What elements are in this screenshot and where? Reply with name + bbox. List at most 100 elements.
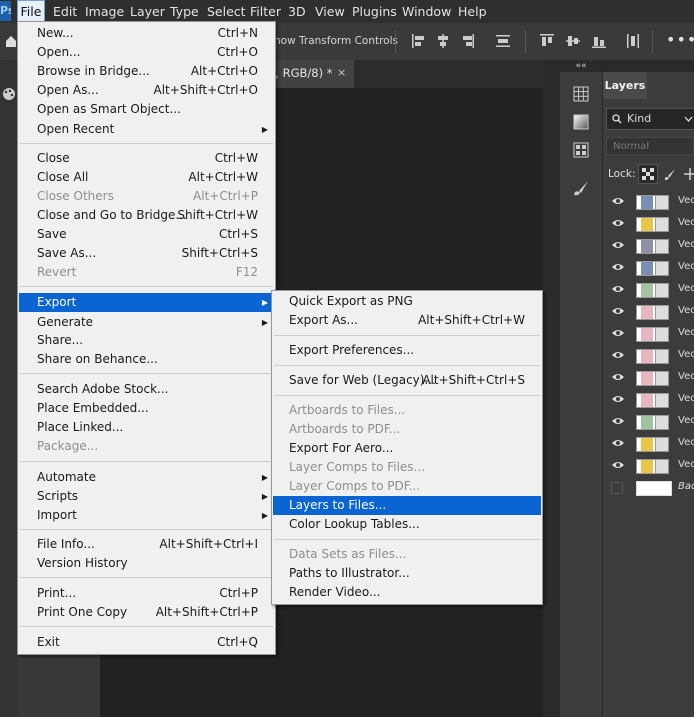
- layer-row[interactable]: Vec: [603, 213, 694, 235]
- lock-transparent-pixels-icon[interactable]: [638, 164, 658, 184]
- menu-item-file-info[interactable]: File Info... Alt+Shift+Ctrl+I: [19, 535, 274, 554]
- menu-window[interactable]: Window: [402, 0, 451, 23]
- blend-mode-select[interactable]: Normal: [606, 137, 694, 155]
- menu-item-print-one-copy[interactable]: Print One Copy Alt+Shift+Ctrl+P: [19, 603, 274, 622]
- menu-item-exit[interactable]: Exit Ctrl+Q: [19, 633, 274, 652]
- lock-image-pixels-icon[interactable]: [660, 164, 680, 184]
- eye-icon[interactable]: [611, 218, 625, 228]
- menu-image[interactable]: Image: [85, 0, 124, 23]
- menu-layer[interactable]: Layer: [130, 0, 165, 23]
- menu-item-close-all[interactable]: Close All Alt+Ctrl+W: [19, 168, 274, 187]
- menu-item-export-preferences[interactable]: Export Preferences...: [273, 341, 541, 360]
- layer-row[interactable]: Vec: [603, 367, 694, 389]
- gradients-icon[interactable]: [572, 114, 590, 130]
- menu-item-new[interactable]: New... Ctrl+N: [19, 24, 274, 43]
- align-top-edges-icon[interactable]: [539, 33, 555, 49]
- menu-item-open[interactable]: Open... Ctrl+O: [19, 43, 274, 62]
- palette-tool-icon[interactable]: [0, 86, 18, 102]
- layer-row[interactable]: Vec: [603, 257, 694, 279]
- distribute-horizontal-icon[interactable]: [495, 33, 511, 49]
- home-icon[interactable]: [5, 34, 17, 48]
- menu-item-browse-in-bridge[interactable]: Browse in Bridge... Alt+Ctrl+O: [19, 62, 274, 81]
- eye-icon[interactable]: [611, 438, 625, 448]
- menu-item-export-for-aero[interactable]: Export For Aero...: [273, 439, 541, 458]
- menu-item-import[interactable]: Import ▶: [19, 506, 274, 525]
- menu-item-export-as[interactable]: Export As... Alt+Shift+Ctrl+W: [273, 311, 541, 330]
- menu-plugins[interactable]: Plugins: [352, 0, 397, 23]
- eye-icon[interactable]: [611, 328, 625, 338]
- menu-item-color-lookup-tables[interactable]: Color Lookup Tables...: [273, 515, 541, 534]
- lock-position-icon[interactable]: [680, 164, 694, 184]
- menu-select[interactable]: Select: [207, 0, 246, 23]
- menu-item-version-history[interactable]: Version History: [19, 554, 274, 573]
- menu-item-quick-export-as-png[interactable]: Quick Export as PNG: [273, 292, 541, 311]
- layer-row[interactable]: Vec: [603, 389, 694, 411]
- brush-settings-icon[interactable]: [572, 180, 590, 196]
- layer-row[interactable]: Vec: [603, 345, 694, 367]
- menu-type[interactable]: Type: [170, 0, 199, 23]
- menu-item-automate[interactable]: Automate ▶: [19, 468, 274, 487]
- menu-item-save[interactable]: Save Ctrl+S: [19, 225, 274, 244]
- menu-edit[interactable]: Edit: [53, 0, 77, 23]
- menu-item-export[interactable]: Export ▶: [19, 293, 274, 312]
- menu-item-place-embedded[interactable]: Place Embedded...: [19, 399, 274, 418]
- align-right-edges-icon[interactable]: [459, 33, 475, 49]
- menu-view[interactable]: View: [315, 0, 345, 23]
- layer-row[interactable]: Vec: [603, 455, 694, 477]
- eye-icon[interactable]: [611, 284, 625, 294]
- eye-icon[interactable]: [611, 350, 625, 360]
- eye-icon[interactable]: [611, 240, 625, 250]
- align-vertical-centers-icon[interactable]: [565, 33, 581, 49]
- menu-file[interactable]: File: [17, 0, 45, 23]
- menu-item-open-recent[interactable]: Open Recent ▶: [19, 120, 274, 139]
- menu-item-close[interactable]: Close Ctrl+W: [19, 149, 274, 168]
- layer-row[interactable]: Vec: [603, 279, 694, 301]
- eye-icon[interactable]: [611, 372, 625, 382]
- document-tab-title[interactable]: d, RGB/8) *: [268, 66, 333, 80]
- menu-item-render-video[interactable]: Render Video...: [273, 583, 541, 602]
- menu-item-close-and-go-to-bridge[interactable]: Close and Go to Bridge... Shift+Ctrl+W: [19, 206, 274, 225]
- menu-item-layers-to-files[interactable]: Layers to Files...: [273, 496, 541, 515]
- layer-row[interactable]: Vec: [603, 301, 694, 323]
- document-tab-close-icon[interactable]: ×: [337, 66, 346, 79]
- menu-filter[interactable]: Filter: [250, 0, 281, 23]
- menu-item-save-as[interactable]: Save As... Shift+Ctrl+S: [19, 244, 274, 263]
- menu-item-place-linked[interactable]: Place Linked...: [19, 418, 274, 437]
- menu-item-print[interactable]: Print... Ctrl+P: [19, 584, 274, 603]
- layer-row[interactable]: Vec: [603, 191, 694, 213]
- patterns-icon[interactable]: [572, 142, 590, 158]
- layer-row[interactable]: Vec: [603, 323, 694, 345]
- menu-item-open-as[interactable]: Open As... Alt+Shift+Ctrl+O: [19, 81, 274, 100]
- distribute-vertical-icon[interactable]: [625, 33, 641, 49]
- layer-row[interactable]: Vec: [603, 433, 694, 455]
- eye-icon[interactable]: [611, 262, 625, 272]
- layer-row[interactable]: Vec: [603, 235, 694, 257]
- menu-item-save-for-web-legacy[interactable]: Save for Web (Legacy)... Alt+Shift+Ctrl+S: [273, 371, 541, 390]
- eye-icon[interactable]: [611, 416, 625, 426]
- menu-item-paths-to-illustrator[interactable]: Paths to Illustrator...: [273, 564, 541, 583]
- eye-icon[interactable]: [611, 460, 625, 470]
- eye-icon[interactable]: [611, 306, 625, 316]
- layer-row[interactable]: Bac: [603, 477, 694, 499]
- layer-row[interactable]: Vec: [603, 411, 694, 433]
- menu-3d[interactable]: 3D: [288, 0, 306, 23]
- visibility-toggle[interactable]: [611, 482, 623, 494]
- collapse-icons-button[interactable]: ««: [560, 60, 602, 72]
- align-horizontal-centers-icon[interactable]: [435, 33, 451, 49]
- layer-filter-kind-select[interactable]: Kind: [606, 108, 694, 130]
- swatches-grid-icon[interactable]: [572, 86, 590, 102]
- eye-icon[interactable]: [611, 196, 625, 206]
- menu-item-share[interactable]: Share...: [19, 331, 274, 350]
- layers-tab[interactable]: Layers: [603, 72, 647, 99]
- menu-help[interactable]: Help: [458, 0, 487, 23]
- menu-item-share-on-behance[interactable]: Share on Behance...: [19, 350, 274, 369]
- eye-icon[interactable]: [611, 394, 625, 404]
- menu-item-search-adobe-stock[interactable]: Search Adobe Stock...: [19, 380, 274, 399]
- menu-item-generate[interactable]: Generate ▶: [19, 313, 274, 332]
- align-left-edges-icon[interactable]: [411, 33, 427, 49]
- menu-item-scripts[interactable]: Scripts ▶: [19, 487, 274, 506]
- menu-item-open-as-smart-object[interactable]: Open as Smart Object...: [19, 100, 274, 119]
- align-bottom-edges-icon[interactable]: [591, 33, 607, 49]
- more-options-icon[interactable]: •••: [666, 30, 694, 49]
- show-transform-controls-label[interactable]: how Transform Controls: [274, 35, 398, 47]
